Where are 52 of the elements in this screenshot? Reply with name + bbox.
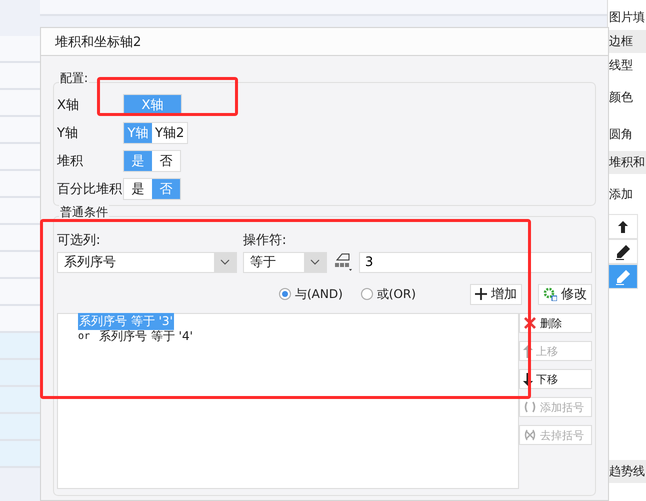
field-label: 堆积	[57, 153, 84, 170]
group-legend: 普通条件	[59, 205, 109, 219]
value-field[interactable]: 3	[359, 252, 592, 272]
column-select[interactable]: 系列序号	[57, 252, 237, 272]
table-row	[0, 414, 40, 441]
toolbar-cell[interactable]	[608, 214, 638, 239]
toolbar-cell[interactable]	[608, 264, 638, 289]
brackets-icon	[523, 401, 537, 413]
property-label: 颜色	[608, 88, 634, 106]
chevron-down-icon	[220, 259, 230, 265]
gear-icon	[543, 287, 557, 301]
text-type-icon[interactable]	[333, 252, 353, 272]
action-button[interactable]: 删除	[519, 313, 592, 333]
chevron-down-icon	[310, 259, 320, 265]
field-label: X轴	[57, 97, 80, 114]
table-row	[0, 360, 40, 387]
field-label: 可选列:	[57, 232, 102, 250]
property-label: 圆角	[608, 126, 634, 142]
add-button[interactable]: 增加	[470, 284, 522, 304]
radio-option[interactable]: 或(OR)	[360, 286, 416, 302]
group-legend: 配置:	[59, 71, 90, 85]
toolbar-cell[interactable]	[608, 239, 638, 264]
property-label: 线型	[608, 56, 634, 74]
section-header: 趋势线	[608, 460, 646, 483]
dialog-title: 堆积和坐标轴2	[41, 28, 608, 56]
field-label: 百分比堆积	[57, 181, 123, 198]
up-arrow-icon	[617, 220, 629, 234]
table-row	[0, 279, 40, 306]
toggle-option[interactable]: 否	[152, 151, 180, 171]
section-header: 堆积和	[608, 151, 646, 174]
pencil-icon	[615, 268, 631, 284]
operator-select[interactable]: 等于	[243, 252, 327, 272]
table-row	[0, 306, 40, 333]
toggle-option[interactable]: Y轴2	[152, 123, 188, 143]
section-header: 边框	[608, 30, 646, 53]
operator-prefix: or	[78, 331, 90, 342]
field-label: 操作符:	[243, 232, 288, 250]
table-row	[0, 252, 40, 279]
table-row	[0, 333, 40, 360]
radio-option[interactable]: 与(AND)	[279, 286, 343, 302]
property-label: 添加	[608, 186, 634, 202]
toggle-option[interactable]: 是	[124, 179, 152, 199]
modify-button[interactable]: 修改	[538, 284, 592, 304]
table-row	[0, 387, 40, 414]
plus-icon	[475, 288, 487, 300]
pencil-icon	[615, 244, 631, 260]
condition-item[interactable]: 系列序号 等于 '4'	[98, 328, 194, 345]
property-label: 图片填	[608, 8, 646, 26]
field-label: Y轴	[57, 125, 79, 142]
brackets-remove-icon	[523, 429, 537, 441]
close-icon	[523, 316, 537, 330]
table-row	[0, 225, 40, 252]
